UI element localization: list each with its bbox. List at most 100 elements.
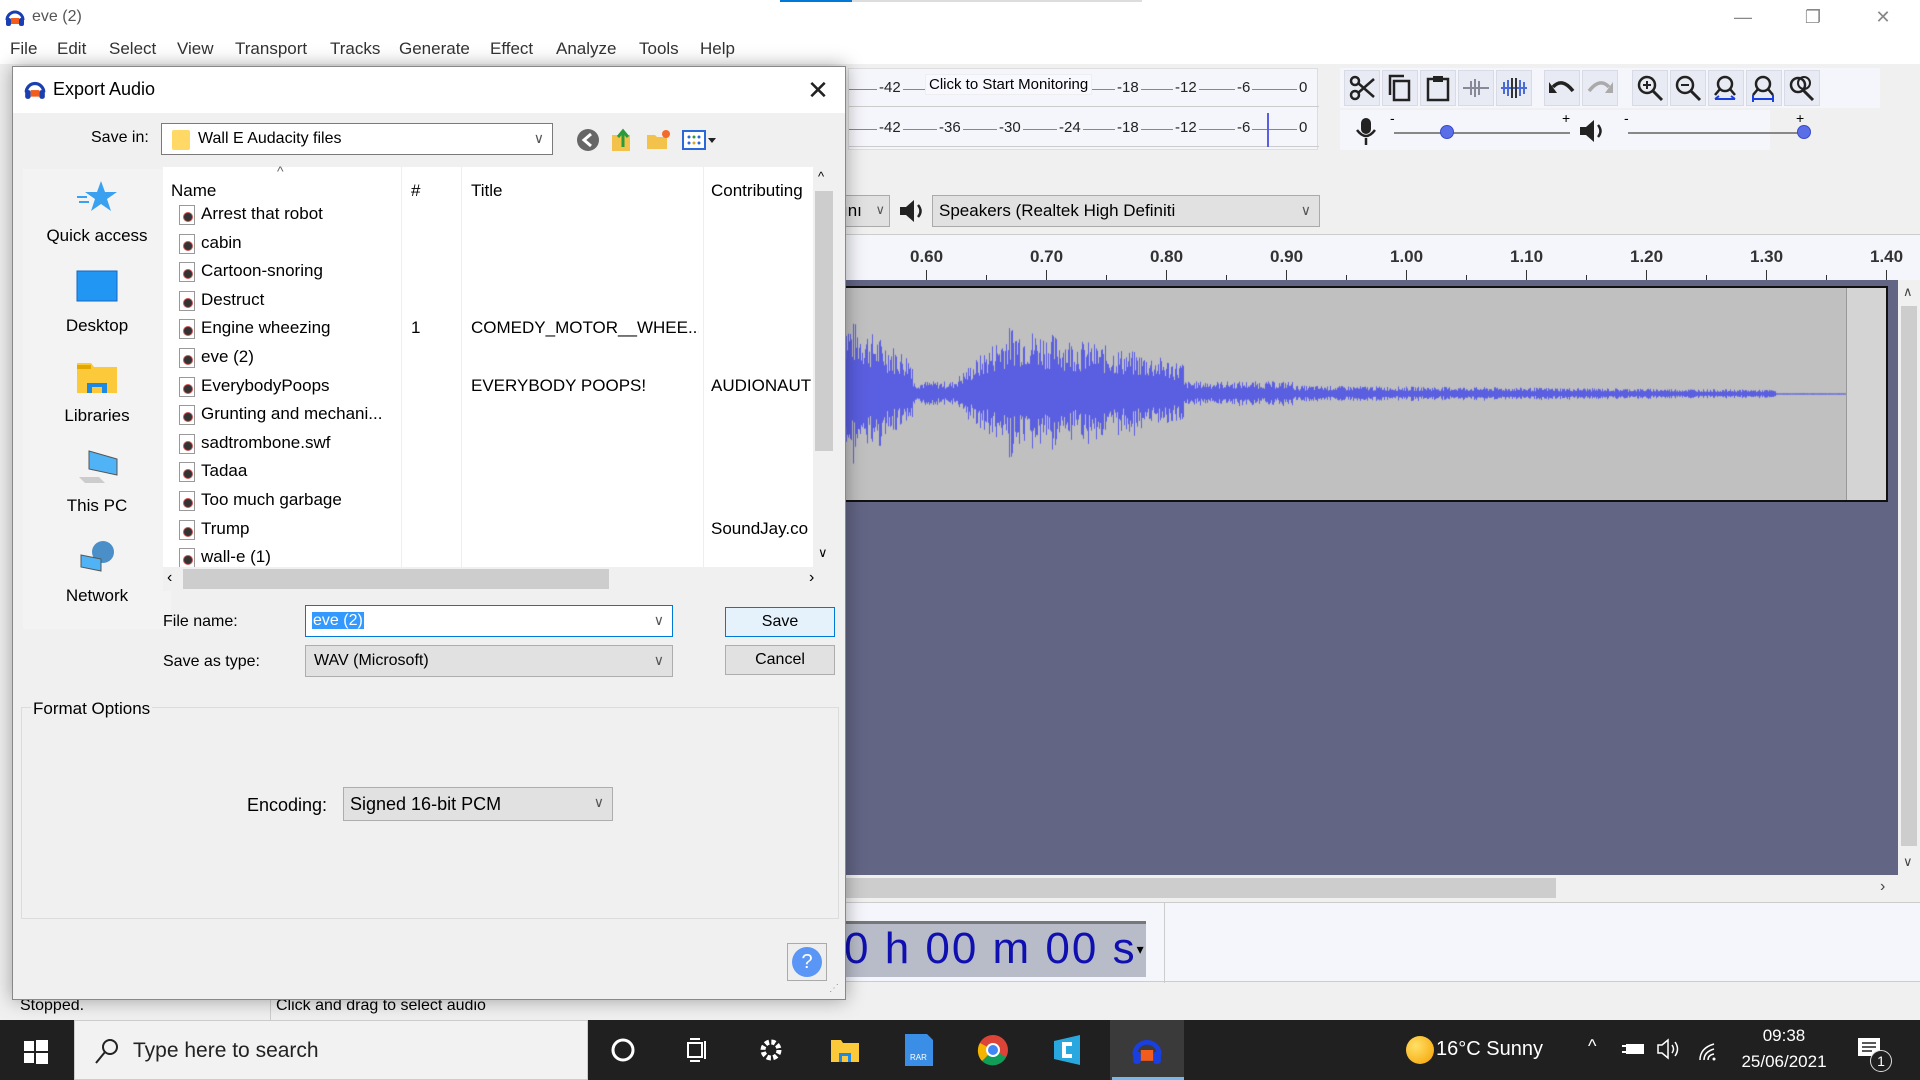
clock-date[interactable]: 25/06/2021	[1732, 1052, 1836, 1072]
horizontal-scroll-thumb[interactable]	[840, 878, 1556, 898]
time-format-dropdown-icon[interactable]: ▾	[1137, 941, 1146, 957]
record-meter[interactable]: -42 Click to Start Monitoring -18 -12 -6…	[849, 69, 1319, 107]
waveform[interactable]	[842, 288, 1886, 500]
file-row[interactable]: sadtrombone.swf	[163, 430, 813, 458]
wifi-icon[interactable]	[1696, 1038, 1720, 1062]
show-hidden-icons-icon[interactable]: ^	[1588, 1036, 1596, 1057]
file-list-vertical-scrollbar[interactable]: ^ ∨	[813, 167, 835, 567]
file-explorer-button[interactable]	[808, 1020, 882, 1080]
playback-volume-slider[interactable]	[1628, 132, 1804, 134]
fit-selection-button[interactable]	[1708, 70, 1744, 106]
taskbar-search-box[interactable]: Type here to search	[74, 1020, 588, 1080]
new-folder-icon[interactable]	[645, 127, 671, 153]
column-header-name[interactable]: Name	[171, 181, 216, 201]
view-menu-icon[interactable]	[681, 127, 719, 153]
timeline-ruler[interactable]: 0.60 0.70 0.80 0.90 1.00 1.10 1.20 1.30 1.40	[840, 234, 1920, 280]
menu-transport[interactable]: Transport	[235, 39, 307, 59]
menu-select[interactable]: Select	[109, 39, 156, 59]
channels-select[interactable]: ını ∨	[840, 195, 890, 227]
c-app-button[interactable]	[1030, 1020, 1104, 1080]
redo-button[interactable]	[1582, 70, 1618, 106]
record-volume-thumb[interactable]	[1439, 125, 1454, 139]
start-button[interactable]	[0, 1020, 72, 1080]
menu-tools[interactable]: Tools	[639, 39, 679, 59]
zoom-toggle-button[interactable]	[1784, 70, 1820, 106]
zoom-out-button[interactable]	[1670, 70, 1706, 106]
battery-icon[interactable]	[1622, 1040, 1646, 1058]
file-row[interactable]: Destruct	[163, 287, 813, 315]
file-row[interactable]: EverybodyPoops EVERYBODY POOPS! AUDIONAUT	[163, 373, 813, 401]
scroll-left-icon[interactable]: ‹	[167, 569, 172, 587]
menu-generate[interactable]: Generate	[399, 39, 470, 59]
file-list-horizontal-thumb[interactable]	[183, 569, 609, 589]
vertical-scrollbar[interactable]: ∧ ∨	[1898, 280, 1920, 875]
file-list-horizontal-scrollbar[interactable]: ‹ ›	[163, 567, 825, 591]
file-name-input[interactable]: eve (2) ∨	[305, 605, 673, 637]
audacity-taskbar-button[interactable]	[1110, 1020, 1184, 1080]
menu-effect[interactable]: Effect	[490, 39, 533, 59]
save-in-select[interactable]: Wall E Audacity files ∨	[161, 123, 553, 155]
trim-button[interactable]	[1458, 70, 1494, 106]
encoding-select[interactable]: Signed 16-bit PCM ∨	[343, 787, 613, 821]
winrar-button[interactable]: RAR	[882, 1020, 956, 1080]
dialog-close-button[interactable]: ✕	[803, 75, 833, 105]
menu-view[interactable]: View	[177, 39, 214, 59]
audio-track[interactable]	[840, 286, 1888, 502]
scroll-down-icon[interactable]: ∨	[818, 545, 828, 561]
copy-button[interactable]	[1382, 70, 1418, 106]
playback-volume-thumb[interactable]	[1797, 125, 1811, 139]
scroll-up-icon[interactable]: ∧	[1903, 284, 1913, 300]
file-list-vertical-thumb[interactable]	[815, 191, 833, 451]
file-row[interactable]: eve (2)	[163, 344, 813, 372]
place-network[interactable]: Network	[23, 539, 171, 606]
chrome-button[interactable]	[956, 1020, 1030, 1080]
column-header-number[interactable]: #	[411, 181, 420, 201]
cut-button[interactable]	[1344, 70, 1380, 106]
settings-taskbar-button[interactable]	[734, 1020, 808, 1080]
save-button[interactable]: Save	[725, 607, 835, 637]
cortana-button[interactable]	[586, 1020, 660, 1080]
output-device-select[interactable]: Speakers (Realtek High Definiti ∨	[932, 195, 1320, 227]
file-row[interactable]: Too much garbage	[163, 487, 813, 515]
minimize-button[interactable]: —	[1720, 4, 1766, 30]
scroll-right-icon[interactable]: ›	[809, 569, 814, 587]
menu-edit[interactable]: Edit	[57, 39, 86, 59]
menu-analyze[interactable]: Analyze	[556, 39, 616, 59]
file-row[interactable]: Arrest that robot	[163, 201, 813, 229]
column-header-title[interactable]: Title	[471, 181, 503, 201]
undo-button[interactable]	[1544, 70, 1580, 106]
scroll-up-icon[interactable]: ^	[818, 169, 824, 184]
start-monitoring-button[interactable]: Click to Start Monitoring	[925, 74, 1093, 95]
time-readout[interactable]: 0 h 00 m 00 s▾	[840, 921, 1146, 977]
menu-tracks[interactable]: Tracks	[330, 39, 380, 59]
place-quick-access[interactable]: Quick access	[23, 179, 171, 246]
weather-text[interactable]: 16°C Sunny	[1436, 1038, 1543, 1061]
column-header-contributing[interactable]: Contributing	[711, 181, 803, 201]
clock-time[interactable]: 09:38	[1744, 1026, 1824, 1046]
resize-grip-icon[interactable]: ⋰	[829, 983, 839, 994]
restore-button[interactable]: ❐	[1790, 4, 1836, 30]
file-row[interactable]: cabin	[163, 230, 813, 258]
zoom-in-button[interactable]	[1632, 70, 1668, 106]
record-volume-slider[interactable]	[1394, 132, 1570, 134]
help-button[interactable]: ?	[787, 943, 827, 981]
menu-file[interactable]: File	[10, 39, 37, 59]
playback-meter[interactable]: -42 -36 -30 -24 -18 -12 -6 0	[849, 109, 1319, 147]
horizontal-scrollbar[interactable]: ›	[840, 876, 1900, 900]
task-view-button[interactable]	[660, 1020, 734, 1080]
volume-icon[interactable]	[1656, 1038, 1682, 1060]
menu-help[interactable]: Help	[700, 39, 735, 59]
scroll-down-icon[interactable]: ∨	[1903, 854, 1913, 870]
fit-project-button[interactable]	[1746, 70, 1782, 106]
close-window-button[interactable]: ✕	[1860, 4, 1906, 30]
vertical-scroll-thumb[interactable]	[1901, 306, 1917, 846]
back-icon[interactable]	[575, 127, 601, 153]
place-this-pc[interactable]: This PC	[23, 449, 171, 516]
place-desktop[interactable]: Desktop	[23, 269, 171, 336]
paste-button[interactable]	[1420, 70, 1456, 106]
scroll-right-icon[interactable]: ›	[1880, 878, 1885, 896]
place-libraries[interactable]: Libraries	[23, 359, 171, 426]
file-row[interactable]: Engine wheezing 1 COMEDY_MOTOR__WHEE...	[163, 315, 813, 343]
file-list[interactable]: ^ Name # Title Contributing Arrest that …	[163, 163, 825, 569]
file-row[interactable]: Trump SoundJay.co	[163, 516, 813, 544]
